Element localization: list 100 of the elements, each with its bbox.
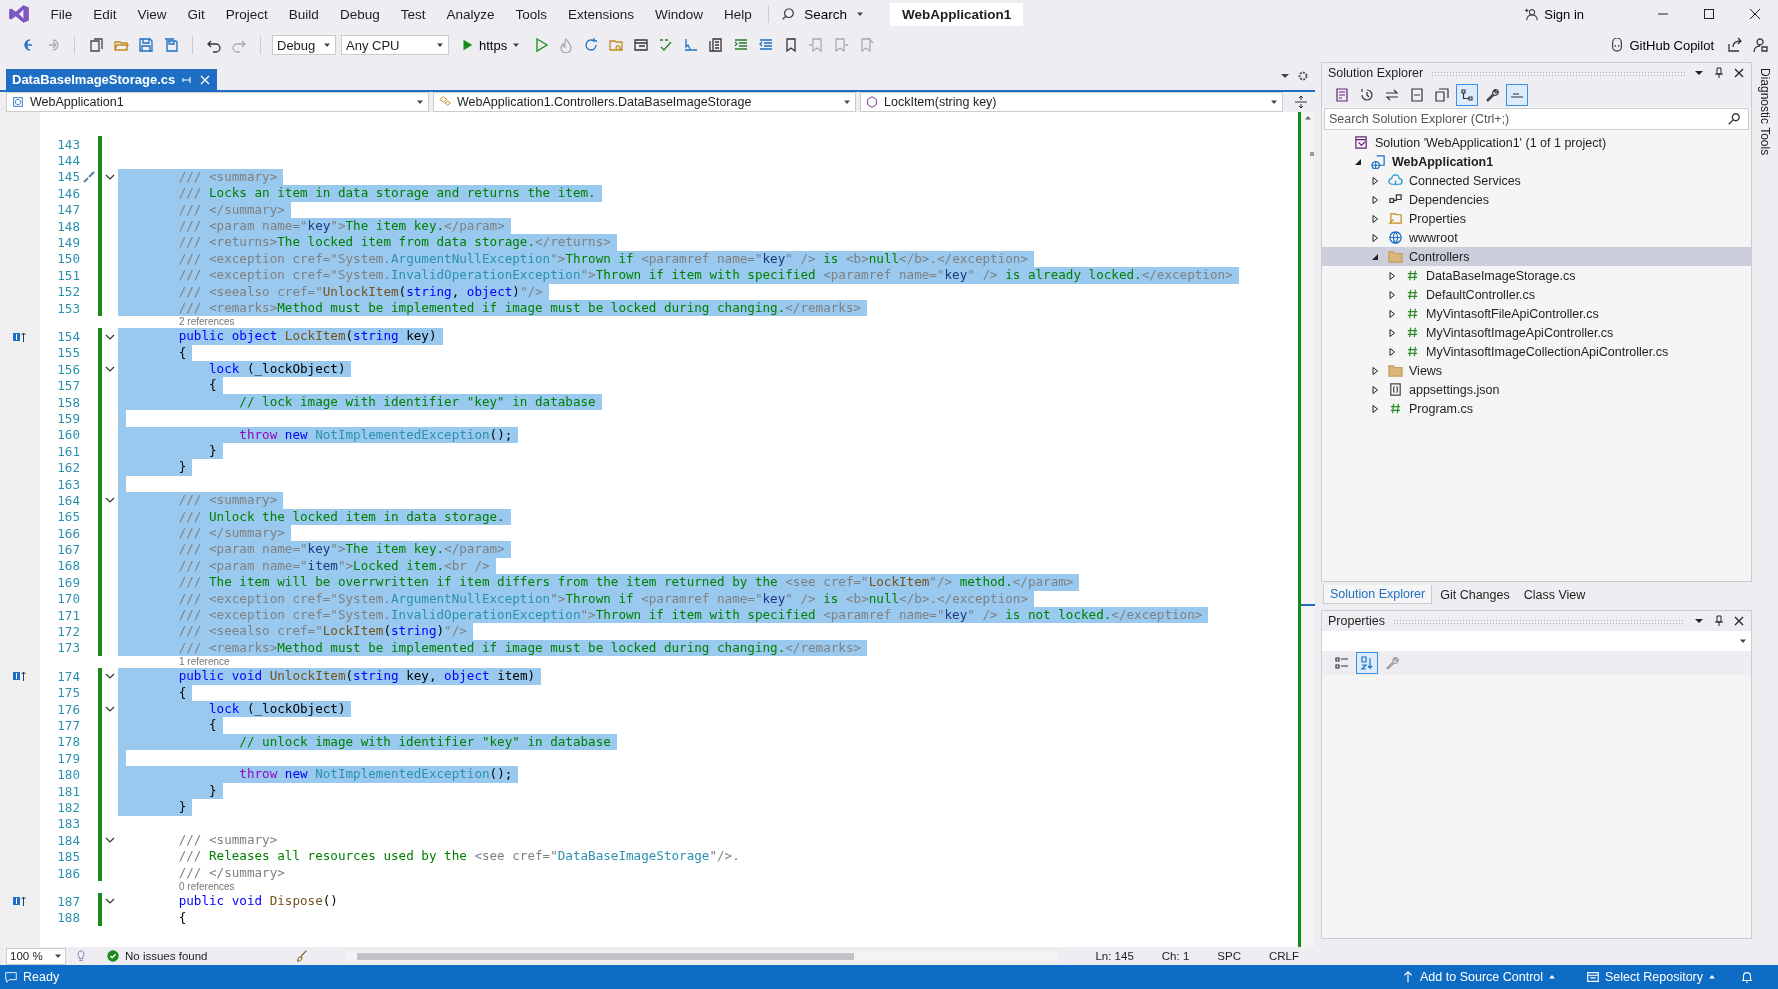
- collapsed-arrow-icon[interactable]: [1387, 327, 1397, 338]
- pin-icon[interactable]: [1713, 67, 1725, 79]
- search-field[interactable]: Search Solution Explorer (Ctrl+;): [1324, 108, 1749, 130]
- collapsed-arrow-icon[interactable]: [1387, 289, 1397, 300]
- line-number: 155: [56, 345, 80, 361]
- sign-in-button[interactable]: Sign in: [1519, 5, 1590, 23]
- settings-icon[interactable]: [1297, 70, 1309, 82]
- solution-name: WebApplication1: [890, 2, 1024, 26]
- message-icon: [4, 970, 18, 984]
- menu-item[interactable]: Window: [644, 6, 714, 22]
- scroll-thumb[interactable]: [357, 952, 855, 960]
- tree-item[interactable]: Views: [1322, 361, 1751, 380]
- brush-icon[interactable]: [295, 949, 310, 963]
- menu-item[interactable]: Help: [713, 6, 763, 22]
- menu-item[interactable]: Build: [278, 6, 330, 22]
- collapse-chevron-icon[interactable]: [105, 172, 115, 182]
- method-icon: [865, 95, 879, 109]
- folder-wrench-icon: [1388, 211, 1403, 226]
- project-dropdown[interactable]: WebApplication1: [6, 92, 429, 112]
- menu-item[interactable]: Extensions: [557, 6, 645, 22]
- platform-dropdown[interactable]: Any CPU: [341, 35, 449, 55]
- member-dropdown[interactable]: LockItem(string key): [860, 92, 1283, 112]
- copilot-button[interactable]: GitHub Copilot: [1604, 36, 1720, 54]
- tree-item[interactable]: DefaultController.cs: [1322, 285, 1751, 304]
- menu-item[interactable]: Git: [177, 6, 216, 22]
- screwdriver-icon[interactable]: [82, 170, 96, 184]
- implements-icon[interactable]: [13, 895, 27, 908]
- panel-tab[interactable]: Solution Explorer: [1323, 585, 1433, 604]
- tree-item[interactable]: Solution 'WebApplication1' (1 of 1 project): [1322, 133, 1751, 152]
- type-dropdown[interactable]: WebApplication1.Controllers.DataBaseImageStorage: [433, 92, 856, 112]
- alphabetical-icon[interactable]: [1357, 653, 1377, 673]
- notification-bell-icon[interactable]: [1740, 970, 1754, 984]
- pin-icon[interactable]: [1713, 615, 1725, 627]
- tree-item[interactable]: wwwroot: [1322, 228, 1751, 247]
- line-ending-indicator[interactable]: CRLF: [1258, 950, 1309, 962]
- scroll-marker: [1310, 152, 1314, 156]
- collapsed-arrow-icon[interactable]: [1387, 346, 1397, 357]
- search-button[interactable]: Search: [775, 4, 871, 24]
- codelens-references[interactable]: 0 references: [179, 881, 235, 894]
- copilot-icon: [1610, 38, 1625, 52]
- repository-button[interactable]: Select Repository: [1580, 969, 1722, 985]
- line-number: 146: [56, 185, 80, 201]
- source-control-button[interactable]: Add to Source Control: [1395, 969, 1563, 985]
- collapsed-arrow-icon[interactable]: [1370, 365, 1380, 376]
- line-number: 176: [56, 701, 80, 717]
- save-icon[interactable]: [136, 35, 156, 55]
- line-number: 175: [56, 685, 80, 701]
- tree-item[interactable]: MyVintasoftImageCollectionApiController.cs: [1322, 342, 1751, 361]
- collapsed-arrow-icon[interactable]: [1387, 270, 1397, 281]
- line-number: 178: [56, 734, 80, 750]
- codelens-references[interactable]: 2 references: [179, 316, 235, 329]
- issues-status[interactable]: No issues found: [106, 949, 208, 963]
- tree-item[interactable]: Program.cs: [1322, 399, 1751, 418]
- zoom-dropdown[interactable]: 100 %: [6, 947, 66, 965]
- close-icon[interactable]: [1733, 615, 1745, 627]
- split-icon[interactable]: [1293, 94, 1309, 110]
- maximize-icon[interactable]: [1701, 6, 1717, 22]
- menu-item[interactable]: Test: [390, 6, 436, 22]
- tree-item[interactable]: Controllers: [1322, 247, 1751, 266]
- run-button[interactable]: https: [454, 36, 527, 54]
- tree-item[interactable]: Connected Services: [1322, 171, 1751, 190]
- collapsed-arrow-icon[interactable]: [1370, 213, 1380, 224]
- scroll-up-icon[interactable]: [1304, 114, 1312, 122]
- tree-item[interactable]: MyVintasoftFileApiController.cs: [1322, 304, 1751, 323]
- side-tab[interactable]: Diagnostic Tools: [1758, 68, 1772, 156]
- menu-item[interactable]: Analyze: [435, 6, 505, 22]
- implements-icon[interactable]: [13, 330, 27, 343]
- menu-item[interactable]: File: [40, 6, 83, 22]
- whitespace-indicator[interactable]: SPC: [1207, 950, 1251, 962]
- vertical-scrollbar[interactable]: [1298, 112, 1315, 947]
- tree-item[interactable]: WebApplication1: [1322, 152, 1751, 171]
- collapsed-arrow-icon[interactable]: [1370, 175, 1380, 186]
- tree-item[interactable]: MyVintasoftImageApiController.cs: [1322, 323, 1751, 342]
- tree-item[interactable]: appsettings.json: [1322, 380, 1751, 399]
- collapsed-arrow-icon[interactable]: [1370, 232, 1380, 243]
- panel-tab[interactable]: Class View: [1517, 586, 1592, 604]
- menu-item[interactable]: Tools: [505, 6, 558, 22]
- copy-icon[interactable]: [1432, 85, 1452, 105]
- tree-item[interactable]: DataBaseImageStorage.cs: [1322, 266, 1751, 285]
- line-number: 144: [56, 153, 80, 169]
- implements-icon[interactable]: [13, 670, 27, 683]
- menu-item[interactable]: Project: [215, 6, 279, 22]
- collapsed-arrow-icon[interactable]: [1370, 384, 1380, 395]
- close-icon[interactable]: [1733, 67, 1745, 79]
- menu-item[interactable]: View: [127, 6, 178, 22]
- feedback-icon[interactable]: [1750, 35, 1770, 55]
- panel-tab[interactable]: Git Changes: [1434, 586, 1516, 604]
- horizontal-scrollbar[interactable]: [347, 951, 1058, 961]
- close-icon[interactable]: [1747, 6, 1763, 22]
- hierarchy-icon[interactable]: [1457, 85, 1477, 105]
- collapsed-arrow-icon[interactable]: [1370, 403, 1380, 414]
- collapsed-arrow-icon[interactable]: [1370, 194, 1380, 205]
- tree-item[interactable]: Properties: [1322, 209, 1751, 228]
- tree-item[interactable]: Dependencies: [1322, 190, 1751, 209]
- preview-icon[interactable]: [1507, 85, 1527, 105]
- menu-item[interactable]: Edit: [82, 6, 128, 22]
- menu-item[interactable]: Debug: [329, 6, 391, 22]
- collapsed-arrow-icon[interactable]: [1387, 308, 1397, 319]
- configuration-dropdown[interactable]: Debug: [272, 35, 336, 55]
- codelens-references[interactable]: 1 reference: [179, 656, 230, 669]
